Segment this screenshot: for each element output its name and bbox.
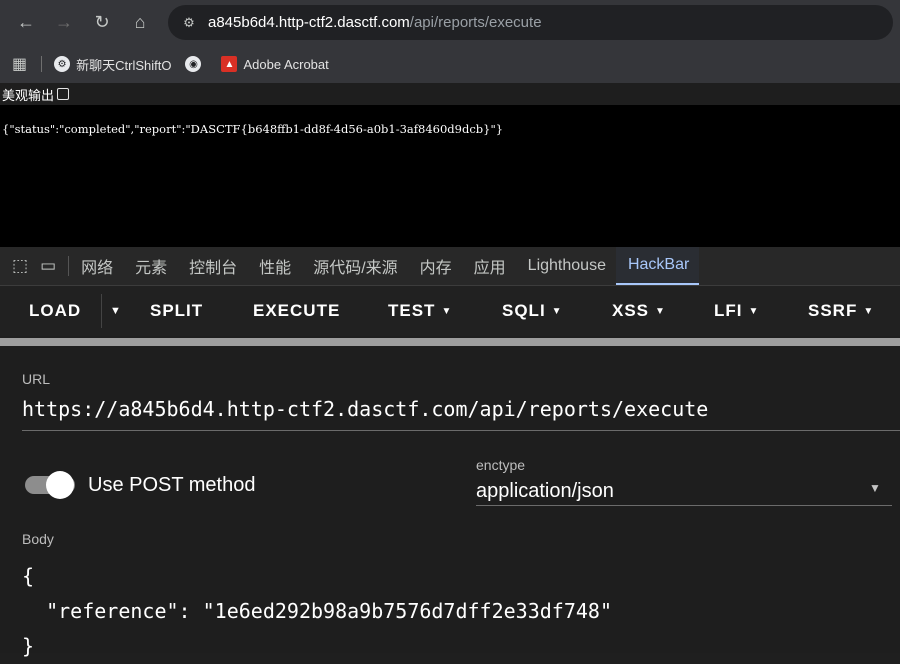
tab-lighthouse[interactable]: Lighthouse <box>516 247 616 285</box>
lfi-menu-label: LFI <box>714 301 743 320</box>
address-url[interactable]: a845b6d4.http-ctf2.dasctf.com/api/report… <box>208 14 542 31</box>
execute-button[interactable]: EXECUTE <box>253 301 340 321</box>
address-path: /api/reports/execute <box>409 14 542 31</box>
tab-console[interactable]: 控制台 <box>177 247 247 285</box>
url-label: URL <box>22 371 51 387</box>
tab-memory[interactable]: 内存 <box>408 247 462 285</box>
xss-menu[interactable]: XSS ▼ <box>612 301 666 321</box>
device-toolbar-icon[interactable]: ▭ <box>40 256 56 276</box>
chevron-down-icon[interactable]: ▼ <box>869 481 881 495</box>
chevron-down-icon: ▼ <box>441 306 453 317</box>
body-input[interactable]: { "reference": "1e6ed292b98a9b7576d7dff2… <box>22 559 612 664</box>
reload-icon[interactable]: ↻ <box>84 5 120 41</box>
chevron-down-icon: ▼ <box>551 306 563 317</box>
bookmark-label: Adobe Acrobat <box>243 56 329 72</box>
ssrf-menu[interactable]: SSRF ▼ <box>808 301 874 321</box>
tab-elements[interactable]: 元素 <box>123 247 177 285</box>
xss-menu-label: XSS <box>612 301 650 320</box>
post-toggle-knob[interactable] <box>46 471 74 499</box>
menu-divider <box>101 294 102 328</box>
url-underline <box>22 430 900 431</box>
enctype-label: enctype <box>476 457 526 473</box>
load-dropdown-arrow-icon[interactable]: ▼ <box>110 305 122 317</box>
address-bar[interactable]: ⚙ a845b6d4.http-ctf2.dasctf.com/api/repo… <box>168 5 893 40</box>
tab-hackbar[interactable]: HackBar <box>615 247 700 285</box>
bookmark-new-chat[interactable]: ⚙ 新聊天CtrlShiftO <box>54 55 171 74</box>
split-button[interactable]: SPLIT <box>150 301 203 321</box>
apps-grid-icon[interactable]: ▦ <box>12 54 27 74</box>
back-arrow-icon[interactable]: ← <box>8 5 44 41</box>
page-content: 美观输出 {"status":"completed","report":"DAS… <box>0 83 900 247</box>
url-input[interactable]: https://a845b6d4.http-ctf2.dasctf.com/ap… <box>22 397 884 421</box>
chevron-down-icon: ▼ <box>748 306 760 317</box>
ssrf-menu-label: SSRF <box>808 301 858 320</box>
home-icon[interactable]: ⌂ <box>122 5 158 41</box>
post-toggle-label: Use POST method <box>88 474 256 496</box>
json-response: {"status":"completed","report":"DASCTF{b… <box>2 122 504 136</box>
chat-icon: ⚙ <box>54 56 71 72</box>
hackbar-scrollbar[interactable] <box>0 338 900 346</box>
tab-network[interactable]: 网络 <box>81 247 123 285</box>
tab-application[interactable]: 应用 <box>462 247 516 285</box>
test-menu[interactable]: TEST ▼ <box>388 301 452 321</box>
bookmarks-divider <box>41 56 43 72</box>
bookmarks-bar: ▦ ⚙ 新聊天CtrlShiftO ◉ ▲ Adobe Acrobat <box>0 45 900 83</box>
lfi-menu[interactable]: LFI ▼ <box>714 301 759 321</box>
tab-performance[interactable]: 性能 <box>247 247 301 285</box>
tab-divider <box>68 256 70 276</box>
devtools-tab-bar: ⬚ ▭ 网络 元素 控制台 性能 源代码/来源 内存 应用 Lighthouse… <box>0 247 900 286</box>
test-menu-label: TEST <box>388 301 436 320</box>
bookmark-adobe-acrobat[interactable]: ▲ Adobe Acrobat <box>221 56 329 72</box>
body-label: Body <box>22 531 54 547</box>
pretty-print-label: 美观输出 <box>2 87 55 103</box>
enctype-select[interactable]: application/json <box>476 480 614 503</box>
address-host: a845b6d4.http-ctf2.dasctf.com <box>208 14 410 31</box>
tab-sources[interactable]: 源代码/来源 <box>301 247 407 285</box>
pretty-print-checkbox[interactable] <box>57 88 70 100</box>
chevron-down-icon: ▼ <box>655 306 666 317</box>
sqli-menu[interactable]: SQLI ▼ <box>502 301 563 321</box>
bookmark-label: 新聊天CtrlShiftO <box>76 57 172 73</box>
load-button[interactable]: LOAD <box>29 301 81 321</box>
hackbar-menu: LOAD ▼ SPLIT EXECUTE TEST ▼ SQLI ▼ XSS ▼ LF… <box>0 286 900 336</box>
forward-arrow-icon[interactable]: → <box>46 5 82 41</box>
inspect-element-icon[interactable]: ⬚ <box>12 256 28 276</box>
pretty-print-row: 美观输出 <box>0 83 900 105</box>
browser-toolbar: ← → ↻ ⌂ ⚙ a845b6d4.http-ctf2.dasctf.com/… <box>0 0 900 45</box>
hackbar-panel: URL https://a845b6d4.http-ctf2.dasctf.co… <box>0 346 900 658</box>
site-settings-icon[interactable]: ⚙ <box>174 15 204 31</box>
bookmark-globe[interactable]: ◉ <box>185 56 207 72</box>
sqli-menu-label: SQLI <box>502 301 546 320</box>
globe-icon: ◉ <box>185 56 202 72</box>
chevron-down-icon: ▼ <box>863 306 875 317</box>
enctype-underline <box>476 505 892 506</box>
pdf-icon: ▲ <box>221 56 238 72</box>
